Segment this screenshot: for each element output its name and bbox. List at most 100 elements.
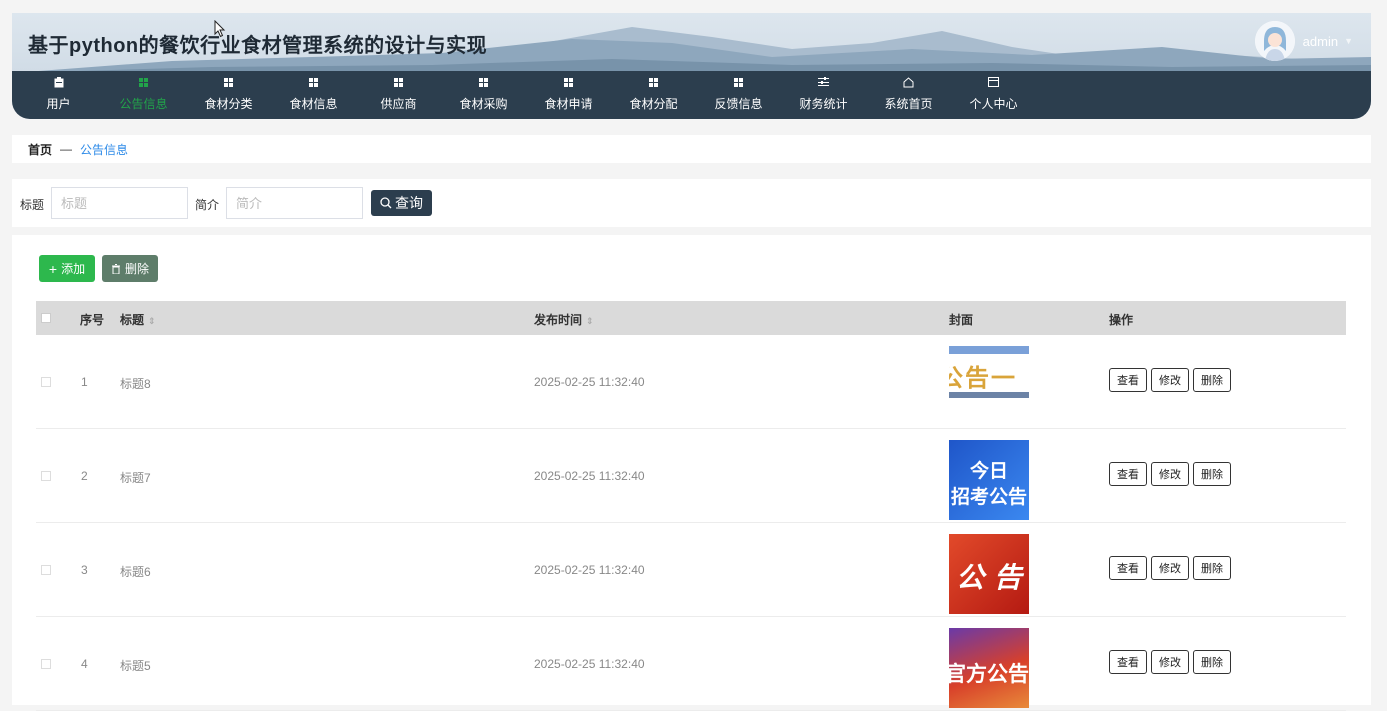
delete-label: 删除	[124, 262, 149, 276]
nav-item-finance[interactable]: 财务统计	[781, 71, 866, 119]
nav-item-profile[interactable]: 个人中心	[951, 71, 1036, 119]
edit-button[interactable]: 修改	[1151, 650, 1189, 674]
row-checkbox[interactable]	[41, 377, 51, 387]
intro-search-label: 简介	[195, 198, 220, 212]
row-index: 4	[81, 657, 88, 671]
nav-label: 食材信息	[289, 97, 338, 111]
main-nav: 用户 公告信息 食材分类 食材信息 供应商 食材采购 食材申请 食材分配 反馈信…	[12, 71, 1371, 119]
cover-image[interactable]: 公 告	[949, 534, 1029, 614]
row-checkbox[interactable]	[41, 659, 51, 669]
grid-icon	[271, 77, 356, 91]
sort-icon[interactable]: ⇕	[148, 316, 156, 326]
row-actions: 查看 修改 删除	[1109, 368, 1235, 392]
calendar-icon	[951, 77, 1036, 91]
row-checkbox[interactable]	[41, 565, 51, 575]
cover-text: 公告一	[949, 365, 1017, 392]
batch-delete-button[interactable]: 删除	[102, 255, 158, 282]
grid-icon	[526, 77, 611, 91]
app-title: 基于python的餐饮行业食材管理系统的设计与实现	[28, 35, 488, 57]
row-time: 2025-02-25 11:32:40	[534, 375, 645, 389]
nav-item-home[interactable]: 系统首页	[866, 71, 951, 119]
announcement-table: 序号 标题 ⇕ 发布时间 ⇕ 封面 操作 1 标题8 2025-02-25 11:3…	[36, 301, 1346, 711]
row-checkbox[interactable]	[41, 471, 51, 481]
title-search-label: 标题	[20, 198, 45, 212]
search-icon	[380, 197, 395, 209]
intro-search-input[interactable]	[226, 187, 363, 219]
add-button[interactable]: + 添加	[39, 255, 95, 282]
nav-label: 系统首页	[884, 97, 933, 111]
nav-label: 用户	[46, 97, 71, 111]
nav-label: 食材分类	[204, 97, 253, 111]
title-search-input[interactable]	[51, 187, 188, 219]
select-all-checkbox[interactable]	[41, 313, 51, 323]
view-button[interactable]: 查看	[1109, 556, 1147, 580]
nav-item-requests[interactable]: 食材申请	[526, 71, 611, 119]
delete-button[interactable]: 删除	[1193, 556, 1231, 580]
trash-icon	[111, 263, 125, 274]
nav-label: 食材分配	[629, 97, 678, 111]
row-actions: 查看 修改 删除	[1109, 650, 1235, 674]
sort-icon[interactable]: ⇕	[586, 316, 594, 326]
delete-button[interactable]: 删除	[1193, 368, 1231, 392]
nav-label: 供应商	[380, 97, 417, 111]
cover-text-top: 今日	[969, 461, 1008, 482]
user-menu[interactable]: admin ▼	[1254, 21, 1353, 61]
nav-label: 个人中心	[969, 97, 1018, 111]
delete-button[interactable]: 删除	[1193, 462, 1231, 486]
row-time: 2025-02-25 11:32:40	[534, 469, 645, 483]
breadcrumb-separator: —	[60, 142, 73, 156]
row-time: 2025-02-25 11:32:40	[534, 657, 645, 671]
view-button[interactable]: 查看	[1109, 462, 1147, 486]
avatar[interactable]	[1254, 21, 1295, 61]
breadcrumb-home[interactable]: 首页	[28, 141, 52, 158]
username[interactable]: admin	[1303, 34, 1338, 49]
nav-item-ingredient-categories[interactable]: 食材分类	[186, 71, 271, 119]
row-index: 1	[81, 375, 88, 389]
nav-item-ingredients[interactable]: 食材信息	[271, 71, 356, 119]
chevron-down-icon[interactable]: ▼	[1344, 36, 1353, 46]
row-index: 2	[81, 469, 88, 483]
nav-item-suppliers[interactable]: 供应商	[356, 71, 441, 119]
nav-label: 反馈信息	[714, 97, 763, 111]
query-button[interactable]: 查询	[371, 190, 432, 216]
edit-button[interactable]: 修改	[1151, 462, 1189, 486]
row-time: 2025-02-25 11:32:40	[534, 563, 645, 577]
col-index: 序号	[80, 313, 105, 327]
cover-text-bottom: 招考公告	[950, 487, 1027, 508]
sliders-icon	[781, 77, 866, 91]
nav-item-announcements[interactable]: 公告信息	[101, 71, 186, 119]
clipboard-icon	[16, 77, 101, 91]
nav-item-feedback[interactable]: 反馈信息	[696, 71, 781, 119]
col-title[interactable]: 标题 ⇕	[120, 311, 156, 328]
cover-text: 公 告	[956, 561, 1022, 594]
table-row: 3 标题6 2025-02-25 11:32:40 公 告 查看 修改 删除	[36, 523, 1346, 617]
edit-button[interactable]: 修改	[1151, 556, 1189, 580]
mouse-cursor-icon	[214, 20, 226, 38]
cover-image[interactable]: 官方公告	[949, 628, 1029, 708]
cover-image[interactable]: 公告一	[949, 346, 1029, 400]
nav-item-users[interactable]: 用户	[16, 71, 101, 119]
table-row: 1 标题8 2025-02-25 11:32:40 公告一 查看 修改 删除	[36, 335, 1346, 429]
col-time[interactable]: 发布时间 ⇕	[534, 311, 594, 328]
nav-item-allocation[interactable]: 食材分配	[611, 71, 696, 119]
nav-item-purchases[interactable]: 食材采购	[441, 71, 526, 119]
row-title: 标题6	[120, 565, 151, 579]
announcement-list-panel: + 添加 删除 序号 标题 ⇕ 发布时间 ⇕ 封面 操作 1 标题8 2025-02…	[12, 235, 1371, 711]
delete-button[interactable]: 删除	[1193, 650, 1231, 674]
view-button[interactable]: 查看	[1109, 650, 1147, 674]
table-header: 序号 标题 ⇕ 发布时间 ⇕ 封面 操作	[36, 301, 1346, 335]
nav-label: 财务统计	[799, 97, 848, 111]
row-index: 3	[81, 563, 88, 577]
cover-image[interactable]: 今日 招考公告	[949, 440, 1029, 520]
breadcrumb-current: 公告信息	[80, 142, 129, 157]
row-actions: 查看 修改 删除	[1109, 556, 1235, 580]
home-icon	[866, 77, 951, 91]
grid-icon	[696, 77, 781, 91]
search-bar: 标题 简介 查询	[12, 179, 1371, 227]
grid-icon	[441, 77, 526, 91]
query-label: 查询	[395, 195, 423, 211]
edit-button[interactable]: 修改	[1151, 368, 1189, 392]
plus-icon: +	[48, 260, 58, 277]
view-button[interactable]: 查看	[1109, 368, 1147, 392]
col-actions: 操作	[1109, 313, 1134, 327]
